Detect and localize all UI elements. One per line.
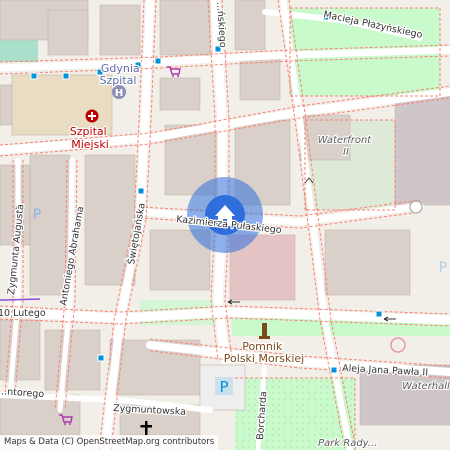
map-canvas[interactable]: H P P P Macieja Płażyńskiego ...ńskiego …: [0, 0, 450, 450]
poi-label-waterhall: Waterhall: [402, 381, 450, 392]
transit-stop: [62, 72, 70, 80]
svg-text:P: P: [33, 207, 41, 223]
hospital-cross-icon[interactable]: [85, 109, 99, 123]
poi-label-szpital-miejski: Szpital Miejski: [70, 125, 110, 151]
transit-stop: [137, 187, 145, 195]
parking-icon[interactable]: P: [215, 377, 233, 396]
map-view[interactable]: H P P P Macieja Płażyńskiego ...ńskiego …: [0, 0, 450, 450]
parking-icon[interactable]: P: [33, 207, 41, 223]
map-attribution[interactable]: Maps & Data (C) OpenStreetMap.org contri…: [0, 435, 219, 450]
street-label-lutego: 10 Lutego: [0, 308, 46, 319]
transit-stop: [30, 72, 38, 80]
parking-icon[interactable]: P: [439, 260, 447, 276]
transit-stop: [375, 310, 383, 318]
poi-label-gdynia-szpital-line2: Szpital: [100, 74, 137, 87]
transit-stop: [154, 57, 162, 65]
transit-stop: [97, 354, 105, 362]
current-location-marker[interactable]: [187, 177, 263, 253]
svg-text:H: H: [115, 88, 123, 99]
hospital-h-icon[interactable]: H: [112, 85, 126, 99]
svg-text:P: P: [219, 378, 228, 396]
transit-stop: [330, 366, 338, 374]
poi-label-park-rady: Park Rady...: [318, 438, 377, 449]
svg-text:P: P: [439, 260, 447, 276]
